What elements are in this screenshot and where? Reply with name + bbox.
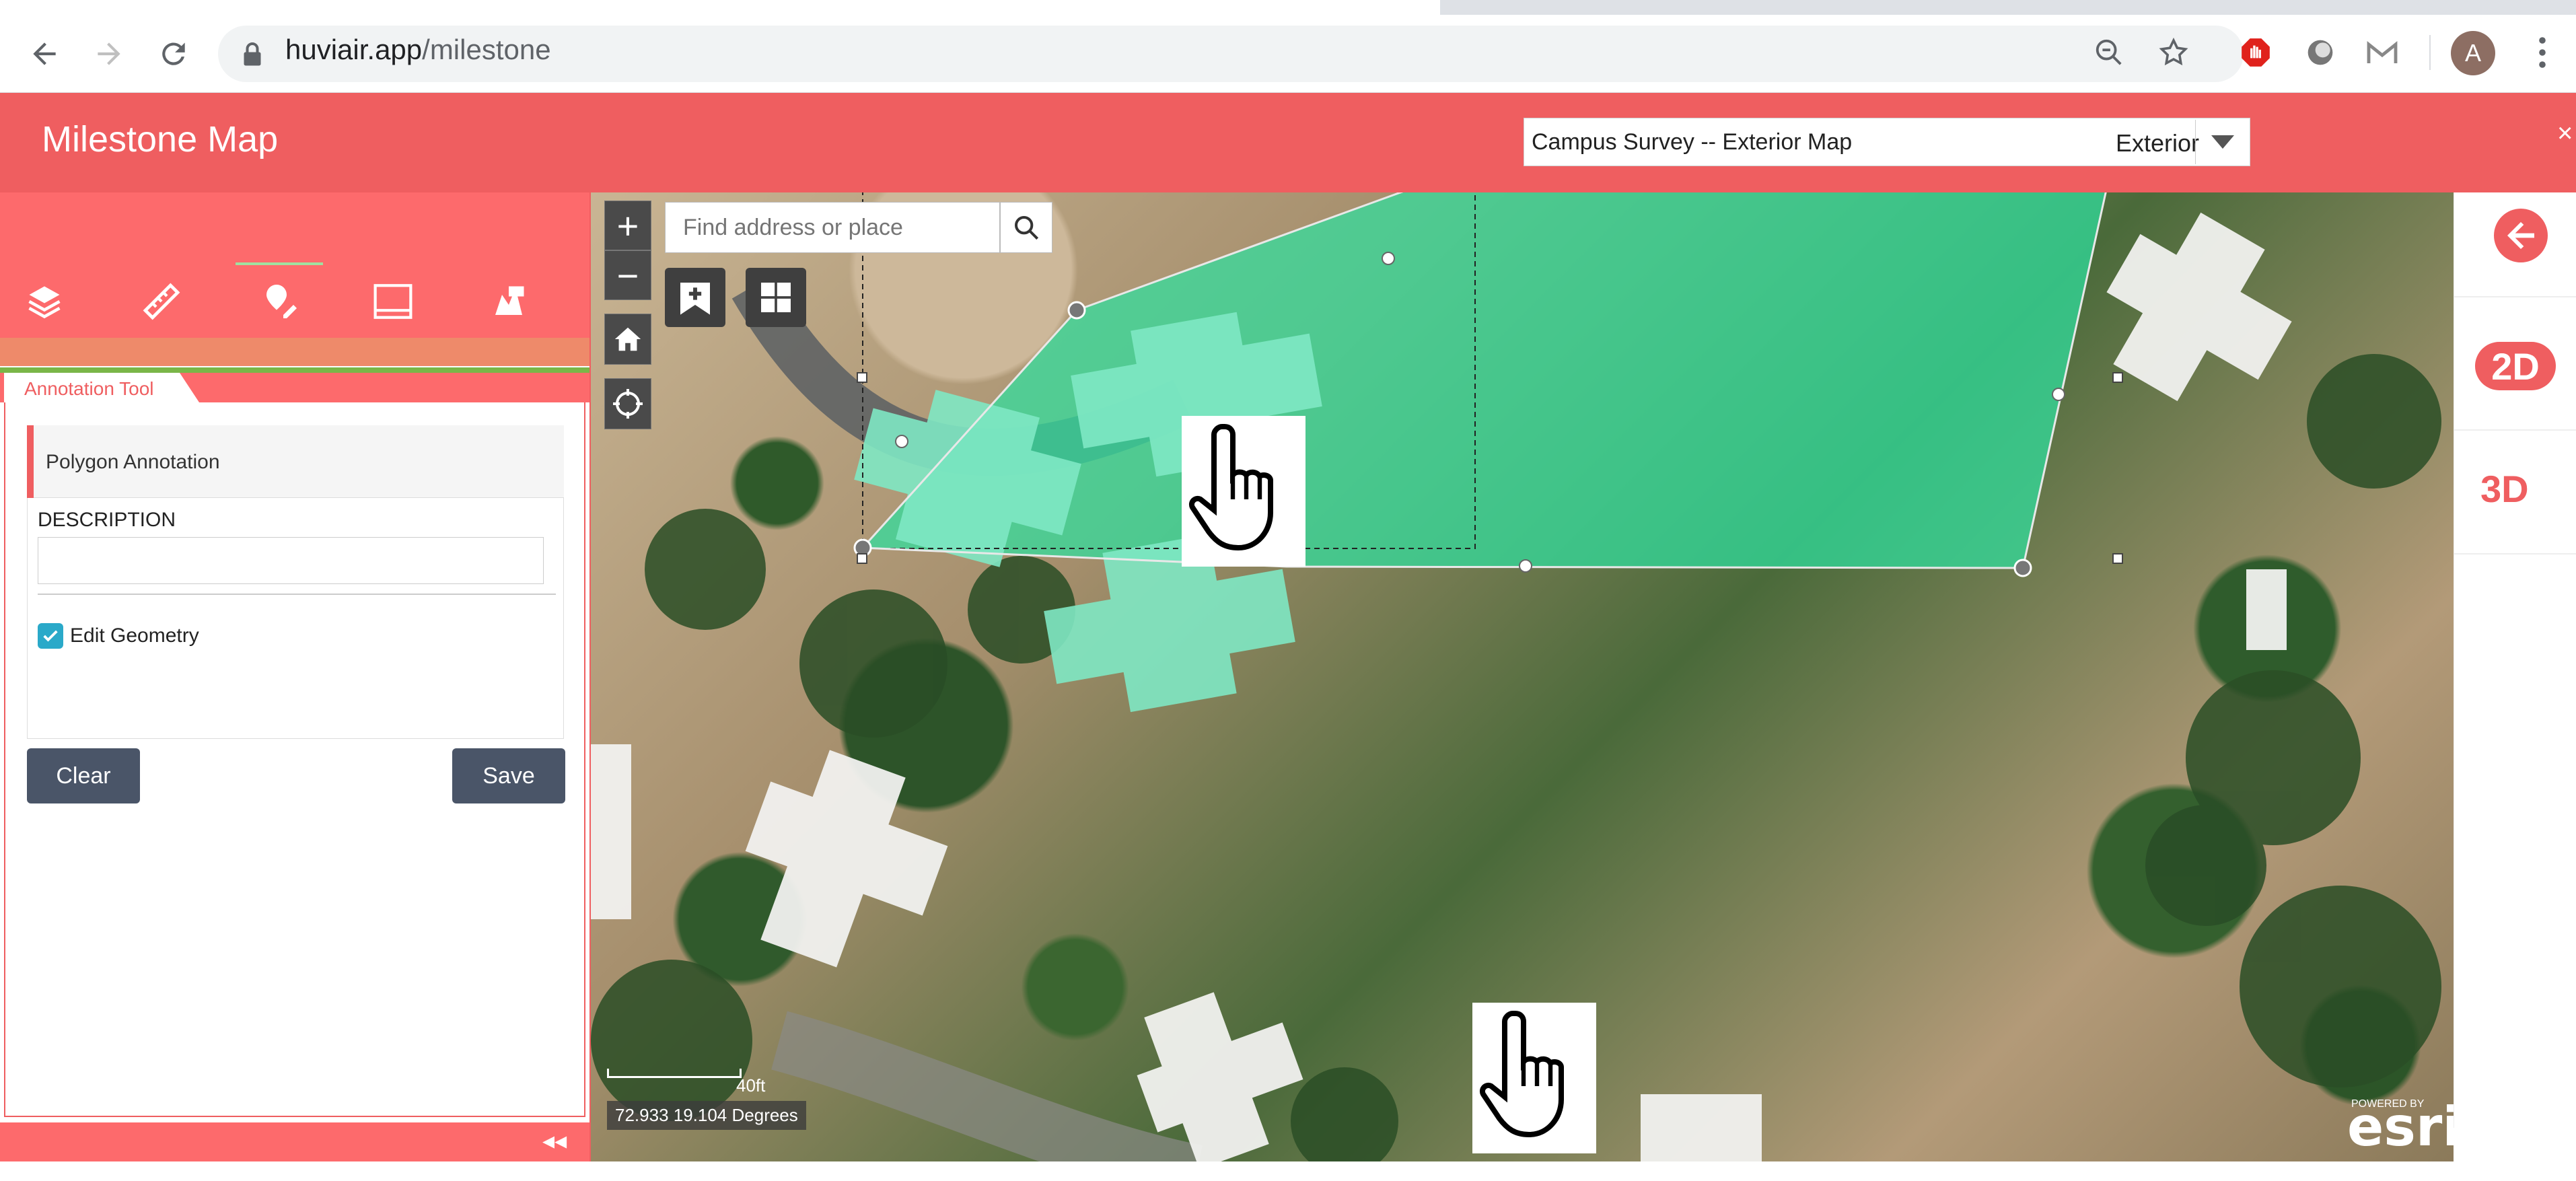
home-button[interactable] <box>604 314 651 365</box>
back-button[interactable] <box>2494 209 2548 262</box>
chevron-down-icon[interactable] <box>2195 120 2250 164</box>
layers-icon[interactable] <box>17 275 71 328</box>
profile-avatar[interactable]: A <box>2451 31 2495 75</box>
edit-geometry-label[interactable]: Edit Geometry <box>70 624 199 647</box>
zoom-out-button[interactable]: − <box>604 250 651 300</box>
esri-logo: esri <box>2347 1096 2461 1158</box>
arrow-left-icon <box>2507 222 2534 249</box>
adblock-extension-icon[interactable] <box>2234 31 2277 74</box>
annotation-type-title: Polygon Annotation <box>46 451 220 473</box>
locate-button[interactable] <box>604 378 651 429</box>
panel-accent-strip <box>0 367 589 373</box>
mode-2d-button[interactable]: 2D <box>2475 342 2556 390</box>
back-arrow-icon[interactable] <box>17 27 71 81</box>
compare-icon[interactable] <box>366 275 420 328</box>
active-tool-indicator <box>236 262 323 265</box>
coordinate-readout: 72.933 19.104 Degrees <box>607 1101 806 1130</box>
app-title: Milestone Map <box>42 119 279 159</box>
reload-icon[interactable] <box>147 27 201 81</box>
add-bookmark-button[interactable] <box>665 268 725 327</box>
basemap-gallery-button[interactable] <box>746 268 806 327</box>
scale-label: 40ft <box>736 1075 766 1096</box>
right-panel-divider <box>2454 553 2576 554</box>
left-panel-footer <box>0 1122 589 1161</box>
check-icon <box>43 630 58 642</box>
form-divider <box>38 594 556 595</box>
zoom-in-button[interactable]: + <box>604 201 651 250</box>
right-panel <box>2454 192 2576 1128</box>
map-selector-name: Campus Survey -- Exterior Map <box>1532 129 1853 155</box>
clear-button[interactable]: Clear <box>27 748 140 803</box>
annotation-form-accent <box>27 425 34 498</box>
left-panel-header <box>0 192 589 266</box>
bookmark-star-icon[interactable] <box>2152 31 2195 74</box>
right-panel-divider <box>2454 429 2576 431</box>
toolbar-separator <box>2429 35 2431 70</box>
description-label: DESCRIPTION <box>38 509 176 531</box>
search-input[interactable] <box>665 202 1000 253</box>
scale-bar <box>607 1069 742 1078</box>
description-input[interactable] <box>38 537 544 584</box>
browser-active-tab[interactable] <box>0 0 1440 15</box>
annotation-icon[interactable] <box>253 275 307 328</box>
edit-geometry-checkbox[interactable] <box>38 623 63 649</box>
forward-arrow-icon[interactable] <box>82 27 136 81</box>
search-icon <box>1015 216 1039 240</box>
url-text[interactable]: huviair.app/milestone <box>285 34 551 66</box>
map-selector-type: Exterior <box>2116 129 2200 157</box>
grid-icon <box>761 283 791 312</box>
right-panel-divider <box>2454 296 2576 297</box>
collapse-panel-icon[interactable]: ◂◂ <box>542 1126 567 1155</box>
gmail-extension-icon[interactable] <box>2361 31 2404 74</box>
mode-3d-button[interactable]: 3D <box>2480 467 2529 511</box>
report-icon[interactable] <box>482 275 536 328</box>
close-icon[interactable]: × <box>2557 118 2573 149</box>
panel-divider-strip <box>0 338 589 366</box>
avatar-letter: A <box>2464 39 2481 67</box>
tab-annotation-tool-label: Annotation Tool <box>24 378 154 399</box>
save-button[interactable]: Save <box>452 748 565 803</box>
crosshair-icon <box>613 389 643 419</box>
search-button[interactable] <box>1000 202 1052 253</box>
bookmark-add-icon <box>680 283 710 315</box>
lock-icon <box>242 40 262 67</box>
ruler-icon[interactable] <box>135 275 188 328</box>
extension-circle-icon[interactable] <box>2299 31 2342 74</box>
hand-pointer-icon <box>1182 416 1305 567</box>
zoom-out-icon[interactable] <box>2087 31 2131 74</box>
home-icon <box>614 327 641 351</box>
hand-pointer-icon <box>1472 1003 1596 1153</box>
browser-menu-icon[interactable] <box>2521 31 2564 74</box>
